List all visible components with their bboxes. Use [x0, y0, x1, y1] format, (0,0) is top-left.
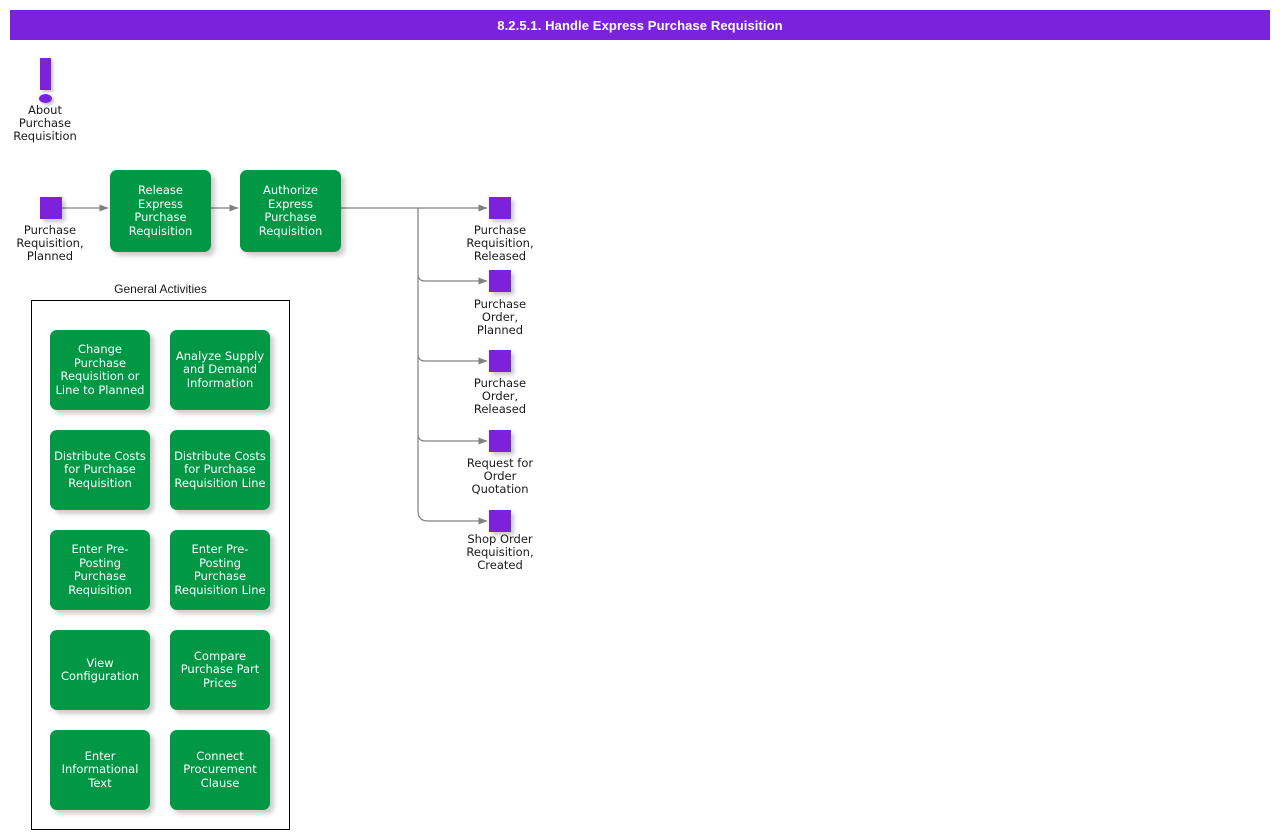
state-node-purchase-requisition-released[interactable]: [489, 197, 511, 219]
activity-enter-pre-posting-purchase-requisition[interactable]: Enter Pre- Posting Purchase Requisition: [50, 530, 150, 610]
about-purchase-requisition[interactable]: About Purchase Requisition: [12, 58, 78, 150]
activity-authorize-express-purchase-requisition[interactable]: Authorize Express Purchase Requisition: [240, 170, 341, 252]
about-label: About Purchase Requisition: [5, 104, 85, 143]
state-node-shop-order-requisition-created[interactable]: [489, 510, 511, 532]
exclamation-dot-icon: [39, 94, 52, 103]
state-node-purchase-requisition-planned[interactable]: [40, 197, 62, 219]
label-purchase-requisition-planned: Purchase Requisition, Planned: [5, 224, 95, 263]
page-title: 8.2.5.1. Handle Express Purchase Requisi…: [497, 18, 782, 33]
state-node-request-for-order-quotation[interactable]: [489, 430, 511, 452]
label-purchase-requisition-released: Purchase Requisition, Released: [455, 224, 545, 263]
activity-change-purchase-requisition-or-line-to-planned[interactable]: Change Purchase Requisition or Line to P…: [50, 330, 150, 410]
activity-release-express-purchase-requisition[interactable]: Release Express Purchase Requisition: [110, 170, 211, 252]
activity-connect-procurement-clause[interactable]: Connect Procurement Clause: [170, 730, 270, 810]
label-purchase-order-planned: Purchase Order, Planned: [455, 298, 545, 337]
activity-enter-pre-posting-purchase-requisition-line[interactable]: Enter Pre- Posting Purchase Requisition …: [170, 530, 270, 610]
window-title-bar: 8.2.5.1. Handle Express Purchase Requisi…: [10, 10, 1270, 40]
label-shop-order-requisition-created: Shop Order Requisition, Created: [455, 533, 545, 572]
activity-enter-informational-text[interactable]: Enter Informational Text: [50, 730, 150, 810]
label-purchase-order-released: Purchase Order, Released: [455, 377, 545, 416]
exclamation-icon: [40, 58, 51, 90]
activity-compare-purchase-part-prices[interactable]: Compare Purchase Part Prices: [170, 630, 270, 710]
general-activities-title: General Activities: [31, 282, 290, 296]
activity-view-configuration[interactable]: View Configuration: [50, 630, 150, 710]
state-node-purchase-order-planned[interactable]: [489, 270, 511, 292]
activity-analyze-supply-and-demand-information[interactable]: Analyze Supply and Demand Information: [170, 330, 270, 410]
state-node-purchase-order-released[interactable]: [489, 350, 511, 372]
activity-distribute-costs-for-purchase-requisition-line[interactable]: Distribute Costs for Purchase Requisitio…: [170, 430, 270, 510]
label-request-for-order-quotation: Request for Order Quotation: [455, 457, 545, 496]
activity-distribute-costs-for-purchase-requisition[interactable]: Distribute Costs for Purchase Requisitio…: [50, 430, 150, 510]
